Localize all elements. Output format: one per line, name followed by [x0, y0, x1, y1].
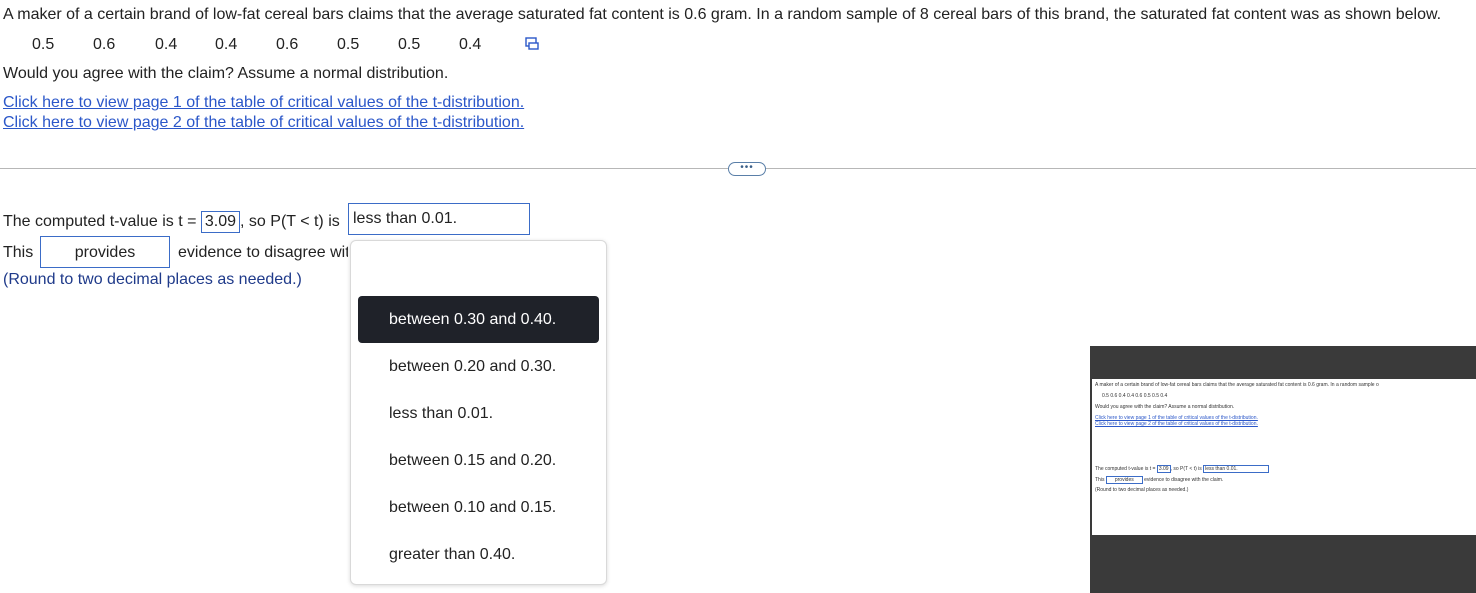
question-text: A maker of a certain brand of low-fat ce… [3, 6, 1442, 23]
t-prefix-text: The computed t-value is t = [3, 213, 197, 230]
option-item[interactable]: less than 0.01. [358, 390, 599, 437]
thumb-link2: Click here to view page 2 of the table o… [1095, 421, 1258, 427]
data-value: 0.5 [398, 36, 421, 53]
thumb-agree: Would you agree with the claim? Assume a… [1095, 404, 1235, 410]
copy-data-icon[interactable] [525, 37, 539, 51]
data-value: 0.5 [32, 36, 55, 53]
option-item[interactable]: between 0.30 and 0.40. [358, 296, 599, 343]
p-value-dropdown[interactable]: less than 0.01. [348, 203, 530, 235]
thumbnail-page: A maker of a certain brand of low-fat ce… [1092, 379, 1476, 535]
option-item[interactable]: between 0.20 and 0.30. [358, 343, 599, 390]
evidence-text: evidence to disagree with the claim. [178, 244, 348, 261]
option-item[interactable]: between 0.15 and 0.20. [358, 437, 599, 484]
thumb-p-value: less than 0.01. [1203, 465, 1269, 473]
thumb-values: 0.5 0.6 0.4 0.4 0.6 0.5 0.5 0.4 [1102, 393, 1168, 399]
thumb-t-value: 3.09 [1156, 465, 1171, 473]
thumb-mid: , so P(T < t) is [1170, 466, 1202, 472]
option-item[interactable]: greater than 0.40. [358, 531, 599, 578]
this-label: This [3, 244, 34, 261]
t-value-sentence: The computed t-value is t = 3.09, so P(T… [3, 211, 340, 233]
preview-thumbnail: A maker of a certain brand of low-fat ce… [1090, 346, 1476, 593]
p-prefix-text: , so P(T < t) is [240, 213, 340, 230]
thumb-evidence: evidence to disagree with the claim. [1144, 477, 1224, 483]
p-value-options-menu: between 0.30 and 0.40. between 0.20 and … [350, 240, 607, 585]
thumb-provides: provides [1105, 476, 1143, 484]
data-value: 0.4 [155, 36, 178, 53]
data-value: 0.6 [93, 36, 116, 53]
p-value-selected: less than 0.01. [353, 210, 458, 227]
expand-pill-button[interactable]: ••• [728, 162, 766, 176]
round-note: (Round to two decimal places as needed.) [3, 271, 302, 288]
data-value: 0.4 [215, 36, 238, 53]
thumb-line2: This provides evidence to disagree with … [1095, 476, 1224, 484]
thumb-t-prefix: The computed t-value is t = [1095, 466, 1156, 472]
provides-dropdown[interactable]: provides [40, 236, 170, 268]
t-value-field[interactable]: 3.09 [200, 211, 241, 233]
table-page2-link[interactable]: Click here to view page 2 of the table o… [3, 114, 524, 132]
option-item[interactable]: between 0.10 and 0.15. [358, 484, 599, 531]
thumb-line1: The computed t-value is t = 3.09, so P(T… [1095, 465, 1269, 473]
data-value: 0.5 [337, 36, 360, 53]
data-value: 0.4 [459, 36, 482, 53]
table-page1-link[interactable]: Click here to view page 1 of the table o… [3, 94, 524, 112]
data-value: 0.6 [276, 36, 299, 53]
thumb-this: This [1095, 477, 1105, 483]
thumb-question: A maker of a certain brand of low-fat ce… [1095, 382, 1379, 388]
agree-prompt: Would you agree with the claim? Assume a… [3, 65, 449, 82]
thumb-round: (Round to two decimal places as needed.) [1095, 487, 1189, 493]
